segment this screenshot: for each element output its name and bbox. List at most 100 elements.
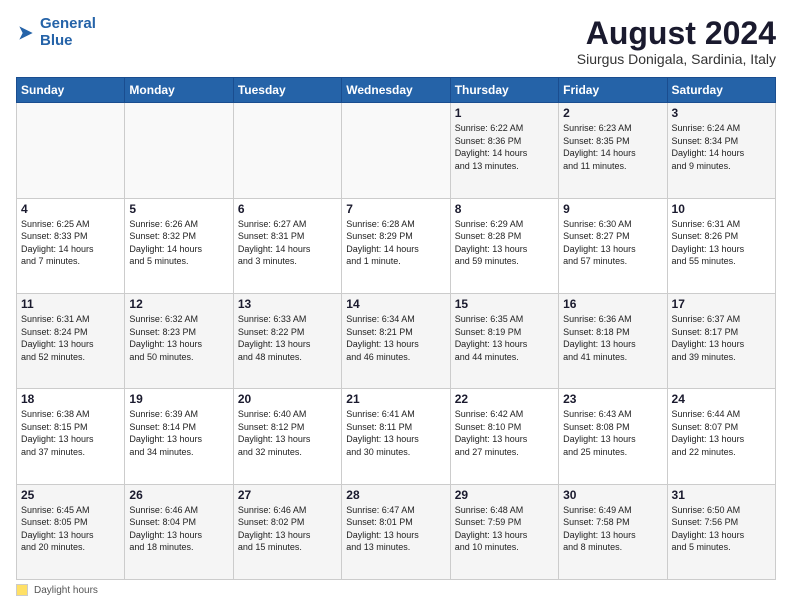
day-info-text: Sunrise: 6:39 AM Sunset: 8:14 PM Dayligh… xyxy=(129,408,228,458)
day-info-text: Sunrise: 6:47 AM Sunset: 8:01 PM Dayligh… xyxy=(346,504,445,554)
day-number: 17 xyxy=(672,297,771,311)
calendar-day-cell: 15Sunrise: 6:35 AM Sunset: 8:19 PM Dayli… xyxy=(450,293,558,388)
day-info-text: Sunrise: 6:44 AM Sunset: 8:07 PM Dayligh… xyxy=(672,408,771,458)
calendar-day-cell: 28 Sunrise: 6:47 AM Sunset: 8:01 PM Dayli… xyxy=(342,484,450,579)
calendar-day-cell: 6 Sunrise: 6:27 AM Sunset: 8:31 PM Daylig… xyxy=(233,198,341,293)
day-number: 3 xyxy=(672,106,771,120)
calendar-day-cell: 25 Sunrise: 6:45 AM Sunset: 8:05 PM Dayli… xyxy=(17,484,125,579)
day-info-text: Sunrise: 6:45 AM Sunset: 8:05 PM Dayligh… xyxy=(21,504,120,554)
location-subtitle: Siurgus Donigala, Sardinia, Italy xyxy=(577,51,776,67)
calendar-week-row: 11Sunrise: 6:31 AM Sunset: 8:24 PM Dayli… xyxy=(17,293,776,388)
calendar-day-cell: 1 Sunrise: 6:22 AM Sunset: 8:36 PM Daylig… xyxy=(450,103,558,198)
day-info-text: Sunrise: 6:30 AM Sunset: 8:27 PM Dayligh… xyxy=(563,218,662,268)
calendar-week-row: 18 Sunrise: 6:38 AM Sunset: 8:15 PM Dayli… xyxy=(17,389,776,484)
day-info-text: Sunrise: 6:38 AM Sunset: 8:15 PM Dayligh… xyxy=(21,408,120,458)
calendar-day-cell: 19 Sunrise: 6:39 AM Sunset: 8:14 PM Dayli… xyxy=(125,389,233,484)
calendar-day-cell: 27 Sunrise: 6:46 AM Sunset: 8:02 PM Dayli… xyxy=(233,484,341,579)
day-info-text: Sunrise: 6:32 AM Sunset: 8:23 PM Dayligh… xyxy=(129,313,228,363)
day-number: 8 xyxy=(455,202,554,216)
calendar-day-cell: 30 Sunrise: 6:49 AM Sunset: 7:58 PM Dayli… xyxy=(559,484,667,579)
day-info-text: Sunrise: 6:37 AM Sunset: 8:17 PM Dayligh… xyxy=(672,313,771,363)
calendar-day-cell: 11Sunrise: 6:31 AM Sunset: 8:24 PM Dayli… xyxy=(17,293,125,388)
calendar-day-header: Tuesday xyxy=(233,78,341,103)
calendar-day-cell: 14 Sunrise: 6:34 AM Sunset: 8:21 PM Dayli… xyxy=(342,293,450,388)
daylight-label: Daylight hours xyxy=(34,585,98,596)
day-number: 27 xyxy=(238,488,337,502)
calendar-day-header: Saturday xyxy=(667,78,775,103)
logo-line1: General xyxy=(40,16,96,33)
calendar-day-cell xyxy=(342,103,450,198)
calendar-table: SundayMondayTuesdayWednesdayThursdayFrid… xyxy=(16,77,776,580)
calendar-day-cell: 21 Sunrise: 6:41 AM Sunset: 8:11 PM Dayli… xyxy=(342,389,450,484)
calendar-day-cell: 20 Sunrise: 6:40 AM Sunset: 8:12 PM Dayli… xyxy=(233,389,341,484)
day-info-text: Sunrise: 6:46 AM Sunset: 8:02 PM Dayligh… xyxy=(238,504,337,554)
calendar-day-cell: 12 Sunrise: 6:32 AM Sunset: 8:23 PM Dayli… xyxy=(125,293,233,388)
day-number: 22 xyxy=(455,392,554,406)
calendar-day-cell: 3 Sunrise: 6:24 AM Sunset: 8:34 PM Daylig… xyxy=(667,103,775,198)
calendar-day-cell: 23 Sunrise: 6:43 AM Sunset: 8:08 PM Dayli… xyxy=(559,389,667,484)
day-info-text: Sunrise: 6:43 AM Sunset: 8:08 PM Dayligh… xyxy=(563,408,662,458)
day-info-text: Sunrise: 6:24 AM Sunset: 8:34 PM Dayligh… xyxy=(672,122,771,172)
calendar-day-cell: 26 Sunrise: 6:46 AM Sunset: 8:04 PM Dayli… xyxy=(125,484,233,579)
day-info-text: Sunrise: 6:41 AM Sunset: 8:11 PM Dayligh… xyxy=(346,408,445,458)
day-number: 30 xyxy=(563,488,662,502)
calendar-day-cell xyxy=(17,103,125,198)
calendar-day-cell: 29Sunrise: 6:48 AM Sunset: 7:59 PM Dayli… xyxy=(450,484,558,579)
calendar-week-row: 25 Sunrise: 6:45 AM Sunset: 8:05 PM Dayli… xyxy=(17,484,776,579)
day-info-text: Sunrise: 6:48 AM Sunset: 7:59 PM Dayligh… xyxy=(455,504,554,554)
day-number: 21 xyxy=(346,392,445,406)
day-info-text: Sunrise: 6:35 AM Sunset: 8:19 PM Dayligh… xyxy=(455,313,554,363)
day-info-text: Sunrise: 6:46 AM Sunset: 8:04 PM Dayligh… xyxy=(129,504,228,554)
calendar-day-cell: 7Sunrise: 6:28 AM Sunset: 8:29 PM Daylig… xyxy=(342,198,450,293)
calendar-week-row: 1 Sunrise: 6:22 AM Sunset: 8:36 PM Daylig… xyxy=(17,103,776,198)
day-info-text: Sunrise: 6:50 AM Sunset: 7:56 PM Dayligh… xyxy=(672,504,771,554)
day-number: 6 xyxy=(238,202,337,216)
day-info-text: Sunrise: 6:23 AM Sunset: 8:35 PM Dayligh… xyxy=(563,122,662,172)
footer-note: Daylight hours xyxy=(16,584,776,596)
calendar-day-cell: 16Sunrise: 6:36 AM Sunset: 8:18 PM Dayli… xyxy=(559,293,667,388)
month-year-title: August 2024 xyxy=(577,16,776,51)
day-number: 16 xyxy=(563,297,662,311)
day-number: 2 xyxy=(563,106,662,120)
calendar-day-cell xyxy=(125,103,233,198)
calendar-day-cell: 24 Sunrise: 6:44 AM Sunset: 8:07 PM Dayli… xyxy=(667,389,775,484)
calendar-day-header: Wednesday xyxy=(342,78,450,103)
calendar-day-header: Thursday xyxy=(450,78,558,103)
day-number: 14 xyxy=(346,297,445,311)
day-info-text: Sunrise: 6:22 AM Sunset: 8:36 PM Dayligh… xyxy=(455,122,554,172)
day-number: 19 xyxy=(129,392,228,406)
day-info-text: Sunrise: 6:42 AM Sunset: 8:10 PM Dayligh… xyxy=(455,408,554,458)
day-number: 24 xyxy=(672,392,771,406)
calendar-day-cell: 17 Sunrise: 6:37 AM Sunset: 8:17 PM Dayli… xyxy=(667,293,775,388)
day-number: 12 xyxy=(129,297,228,311)
calendar-day-cell: 10 Sunrise: 6:31 AM Sunset: 8:26 PM Dayli… xyxy=(667,198,775,293)
calendar-day-cell: 8Sunrise: 6:29 AM Sunset: 8:28 PM Daylig… xyxy=(450,198,558,293)
day-number: 1 xyxy=(455,106,554,120)
daylight-legend-box xyxy=(16,584,28,596)
logo: General Blue xyxy=(16,16,96,49)
calendar-day-cell: 31Sunrise: 6:50 AM Sunset: 7:56 PM Dayli… xyxy=(667,484,775,579)
page-header: General Blue August 2024 Siurgus Donigal… xyxy=(16,16,776,67)
day-info-text: Sunrise: 6:49 AM Sunset: 7:58 PM Dayligh… xyxy=(563,504,662,554)
calendar-day-cell: 18 Sunrise: 6:38 AM Sunset: 8:15 PM Dayli… xyxy=(17,389,125,484)
day-number: 9 xyxy=(563,202,662,216)
title-block: August 2024 Siurgus Donigala, Sardinia, … xyxy=(577,16,776,67)
calendar-header-row: SundayMondayTuesdayWednesdayThursdayFrid… xyxy=(17,78,776,103)
day-info-text: Sunrise: 6:31 AM Sunset: 8:26 PM Dayligh… xyxy=(672,218,771,268)
day-info-text: Sunrise: 6:40 AM Sunset: 8:12 PM Dayligh… xyxy=(238,408,337,458)
day-number: 26 xyxy=(129,488,228,502)
calendar-day-header: Sunday xyxy=(17,78,125,103)
day-number: 5 xyxy=(129,202,228,216)
day-info-text: Sunrise: 6:27 AM Sunset: 8:31 PM Dayligh… xyxy=(238,218,337,268)
day-number: 28 xyxy=(346,488,445,502)
day-info-text: Sunrise: 6:34 AM Sunset: 8:21 PM Dayligh… xyxy=(346,313,445,363)
day-number: 18 xyxy=(21,392,120,406)
calendar-day-cell: 2 Sunrise: 6:23 AM Sunset: 8:35 PM Daylig… xyxy=(559,103,667,198)
calendar-day-cell: 5Sunrise: 6:26 AM Sunset: 8:32 PM Daylig… xyxy=(125,198,233,293)
calendar-week-row: 4Sunrise: 6:25 AM Sunset: 8:33 PM Daylig… xyxy=(17,198,776,293)
day-number: 11 xyxy=(21,297,120,311)
day-number: 25 xyxy=(21,488,120,502)
day-number: 10 xyxy=(672,202,771,216)
day-number: 23 xyxy=(563,392,662,406)
day-number: 20 xyxy=(238,392,337,406)
